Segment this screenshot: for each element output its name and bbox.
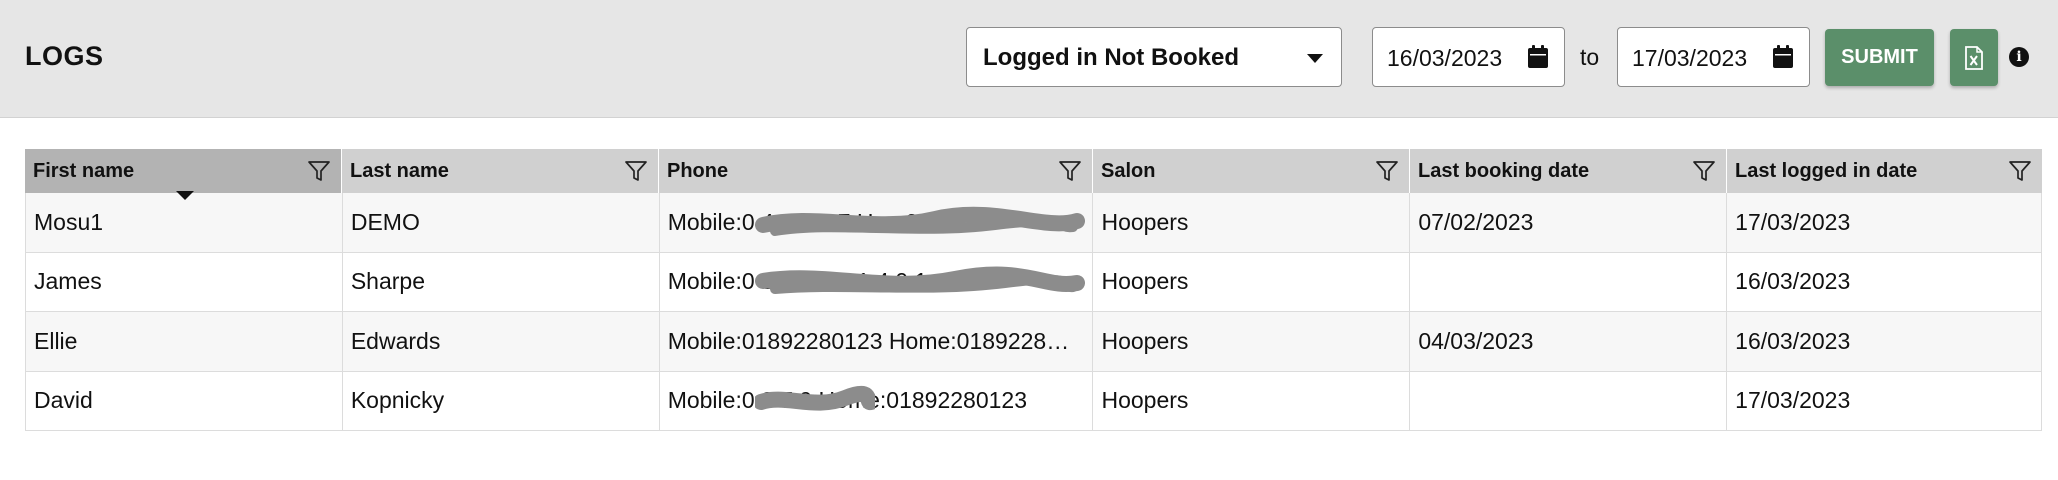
- page-title: LOGS: [25, 41, 104, 71]
- cell-first-name: James: [26, 252, 343, 311]
- cell-last-name: Kopnicky: [343, 371, 660, 430]
- table-row[interactable]: James Sharpe Mobile:0 3 0 1 3 1 1 4 0 1 …: [25, 252, 2042, 312]
- cell-phone: Mobile:0 4 9 6 5 7 H m 2 8…: [660, 193, 1094, 252]
- filter-icon[interactable]: [307, 159, 331, 183]
- date-to-value: 17/03/2023: [1632, 45, 1748, 71]
- cell-last-booking-date: [1410, 252, 1728, 311]
- cell-last-logged-in-date: 17/03/2023: [1727, 371, 2042, 430]
- report-type-value: Logged in Not Booked: [983, 44, 1239, 71]
- column-label: First name: [33, 160, 135, 182]
- submit-button[interactable]: SUBMIT: [1825, 29, 1934, 86]
- toolbar: LOGS Logged in Not Booked 16/03/2023 to …: [0, 0, 2058, 118]
- date-to-input[interactable]: 17/03/2023: [1617, 27, 1810, 87]
- cell-last-logged-in-date: 17/03/2023: [1727, 193, 2042, 252]
- table-row[interactable]: Ellie Edwards Mobile:01892280123 Home:01…: [25, 312, 2042, 372]
- calendar-icon[interactable]: [1771, 44, 1795, 70]
- phone-text: Mobile:0 3 0 1 3 1 1 4 0 1 …8…: [667, 268, 993, 295]
- table-row[interactable]: Mosu1 DEMO Mobile:0 4 9 6 5 7 H m 2 8… H…: [25, 193, 2042, 253]
- filter-icon[interactable]: [624, 159, 648, 183]
- excel-export-icon: [1965, 45, 1983, 70]
- calendar-icon[interactable]: [1526, 44, 1550, 70]
- date-from-input[interactable]: 16/03/2023: [1372, 27, 1565, 87]
- cell-salon: Hoopers: [1093, 252, 1411, 311]
- column-label: Phone: [667, 160, 729, 182]
- column-label: Last logged in date: [1735, 160, 1918, 182]
- cell-phone: Mobile:0 3 0 1 3 1 1 4 0 1 …8…: [660, 252, 1094, 311]
- table-row[interactable]: David Kopnicky Mobile:0 0 7 9 Home:01892…: [25, 371, 2042, 431]
- date-range-separator: to: [1580, 44, 1600, 70]
- cell-last-booking-date: [1410, 371, 1728, 430]
- cell-last-logged-in-date: 16/03/2023: [1727, 252, 2042, 311]
- column-header-last-logged-in-date[interactable]: Last logged in date: [1727, 149, 2042, 193]
- cell-salon: Hoopers: [1093, 193, 1411, 252]
- info-icon[interactable]: i: [2009, 47, 2029, 67]
- column-label: Salon: [1101, 160, 1156, 182]
- cell-salon: Hoopers: [1093, 371, 1411, 430]
- column-label: Last booking date: [1418, 160, 1590, 182]
- column-header-last-booking-date[interactable]: Last booking date: [1410, 149, 1727, 193]
- logs-table: First name Last name Phone Salon Last bo…: [25, 149, 2042, 431]
- cell-phone: Mobile:01892280123 Home:0189228…: [660, 312, 1094, 371]
- table-header-row: First name Last name Phone Salon Last bo…: [25, 149, 2042, 200]
- column-header-last-name[interactable]: Last name: [342, 149, 659, 193]
- column-label: Last name: [350, 160, 449, 182]
- filter-icon[interactable]: [1692, 159, 1716, 183]
- phone-text: Mobile:0 4 9 6 5 7 H m 2 8…: [667, 208, 961, 235]
- cell-phone: Mobile:0 0 7 9 Home:01892280123: [660, 371, 1094, 430]
- filter-icon[interactable]: [2008, 159, 2032, 183]
- chevron-down-icon: [1307, 54, 1323, 63]
- cell-last-name: Sharpe: [343, 252, 660, 311]
- excel-export-button[interactable]: [1950, 29, 1998, 86]
- cell-last-booking-date: 04/03/2023: [1410, 312, 1728, 371]
- column-header-phone[interactable]: Phone: [659, 149, 1093, 193]
- phone-text: Mobile:0 0 7 9 Home:01892280123: [667, 387, 1028, 414]
- column-header-salon[interactable]: Salon: [1093, 149, 1410, 193]
- column-header-first-name[interactable]: First name: [25, 149, 342, 200]
- date-from-value: 16/03/2023: [1387, 45, 1503, 71]
- cell-last-logged-in-date: 16/03/2023: [1727, 312, 2042, 371]
- cell-last-name: DEMO: [343, 193, 660, 252]
- filter-icon[interactable]: [1375, 159, 1399, 183]
- cell-first-name: David: [26, 371, 343, 430]
- filter-icon[interactable]: [1058, 159, 1082, 183]
- cell-first-name: Mosu1: [26, 193, 343, 252]
- report-type-select[interactable]: Logged in Not Booked: [966, 27, 1342, 87]
- cell-salon: Hoopers: [1093, 312, 1411, 371]
- cell-first-name: Ellie: [26, 312, 343, 371]
- cell-last-name: Edwards: [343, 312, 660, 371]
- cell-last-booking-date: 07/02/2023: [1410, 193, 1728, 252]
